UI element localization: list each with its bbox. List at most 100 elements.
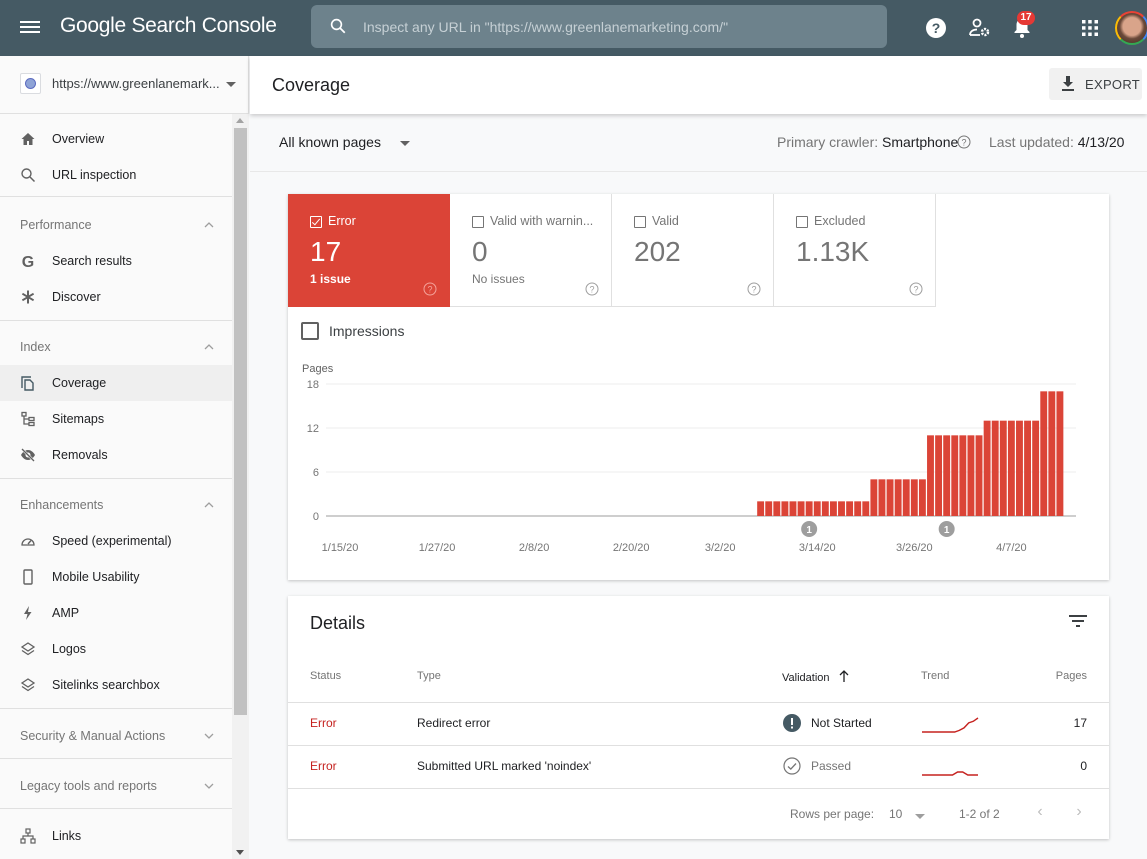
tile-excluded[interactable]: Excluded 1.13K ? xyxy=(774,194,936,307)
sidebar-item-label: Sitemaps xyxy=(52,412,105,426)
sidebar-item-url-inspection[interactable]: URL inspection xyxy=(0,157,232,193)
sidebar-item-coverage[interactable]: Coverage xyxy=(0,365,232,401)
dropdown-caret-icon xyxy=(226,82,236,87)
scroll-thumb[interactable] xyxy=(234,128,247,715)
chart-bar xyxy=(862,501,870,516)
chevron-up-icon xyxy=(204,344,214,350)
section-enhancements[interactable]: Enhancements xyxy=(0,487,232,523)
tile-label: Valid with warnin... xyxy=(490,214,594,228)
search-icon xyxy=(21,168,36,183)
chart-bar xyxy=(1056,391,1064,516)
scroll-down-arrow-icon[interactable] xyxy=(236,850,244,855)
y-axis-label: Pages xyxy=(302,363,334,375)
search-input[interactable] xyxy=(363,5,873,48)
chart-bar xyxy=(765,501,773,516)
sidebar-item-links[interactable]: Links xyxy=(0,818,232,854)
help-circle-icon[interactable]: ? xyxy=(957,135,971,149)
sidebar-scrollbar[interactable] xyxy=(232,114,249,859)
chart-bar xyxy=(902,479,910,516)
help-circle-icon[interactable]: ? xyxy=(423,282,437,296)
sidebar-item-logos[interactable]: Logos xyxy=(0,631,232,667)
sidebar-item-sitelinks-searchbox[interactable]: Sitelinks searchbox xyxy=(0,667,232,703)
annotation-label: 1 xyxy=(944,525,950,536)
table-row[interactable]: Error Submitted URL marked 'noindex' Pas… xyxy=(288,745,1109,788)
table-row[interactable]: Error Redirect error Not Started 17 xyxy=(288,702,1109,745)
account-avatar[interactable] xyxy=(1115,11,1147,45)
section-index[interactable]: Index xyxy=(0,329,232,365)
svg-text:?: ? xyxy=(589,285,594,295)
sort-ascending-icon xyxy=(839,670,849,682)
column-header-type[interactable]: Type xyxy=(417,670,441,682)
primary-crawler: Primary crawler: Smartphone xyxy=(777,134,958,150)
tile-valid-with-warnings[interactable]: Valid with warnin... 0 No issues ? xyxy=(450,194,612,307)
checkbox-icon[interactable] xyxy=(796,216,808,228)
tile-label: Excluded xyxy=(814,214,866,228)
sidebar-item-label: Coverage xyxy=(52,376,107,390)
column-header-validation[interactable]: Validation xyxy=(782,670,849,684)
sidebar-item-sitemaps[interactable]: Sitemaps xyxy=(0,401,232,437)
checkbox-icon[interactable] xyxy=(472,216,484,228)
section-legacy-tools[interactable]: Legacy tools and reports xyxy=(0,768,232,804)
checkbox-icon[interactable] xyxy=(634,216,646,228)
chart-bar xyxy=(854,501,862,516)
checkbox-icon[interactable] xyxy=(301,322,319,340)
help-circle-icon[interactable]: ? xyxy=(747,282,761,296)
filter-icon[interactable] xyxy=(1068,613,1088,629)
download-icon xyxy=(1062,76,1074,91)
rows-per-page-select[interactable]: 10 xyxy=(889,807,902,821)
page-header: Coverage EXPORT xyxy=(250,56,1147,114)
google-g-icon: G xyxy=(22,254,34,269)
chart-bar xyxy=(918,479,926,516)
apps-grid-icon[interactable] xyxy=(1078,16,1102,40)
column-header-trend[interactable]: Trend xyxy=(921,670,949,682)
dropdown-caret-icon[interactable] xyxy=(400,141,410,146)
user-settings-icon[interactable] xyxy=(968,16,992,40)
help-circle-icon[interactable]: ? xyxy=(909,282,923,296)
chevron-down-icon xyxy=(204,733,214,739)
help-circle-icon[interactable]: ? xyxy=(585,282,599,296)
last-updated: Last updated: 4/13/20 xyxy=(989,134,1124,150)
tile-error[interactable]: Error 17 1 issue ? xyxy=(288,194,450,307)
tile-value: 0 xyxy=(472,236,488,267)
menu-icon[interactable] xyxy=(20,18,40,38)
sidebar-item-search-results[interactable]: G Search results xyxy=(0,243,232,279)
divider xyxy=(0,478,232,479)
filter-bar: All known pages Primary crawler: Smartph… xyxy=(250,114,1147,172)
trend-line xyxy=(922,771,978,776)
section-title: Security & Manual Actions xyxy=(20,729,166,743)
export-button[interactable]: EXPORT xyxy=(1049,68,1142,100)
coverage-bar-chart: Pages 0 6 12 18 1/15/20 1/27/20 2/8/20 2/20/20 3/… xyxy=(302,363,1076,554)
next-page-button[interactable]: › xyxy=(1071,804,1087,822)
section-title: Index xyxy=(20,340,51,354)
property-selector[interactable]: https://www.greenlanemark... xyxy=(0,56,249,114)
sidebar-item-amp[interactable]: AMP xyxy=(0,595,232,631)
column-header-status[interactable]: Status xyxy=(310,670,341,682)
divider xyxy=(0,808,232,809)
trend-sparkline xyxy=(922,771,978,776)
sidebar-item-removals[interactable]: Removals xyxy=(0,437,232,473)
url-inspect-search[interactable] xyxy=(311,5,887,48)
dropdown-caret-icon[interactable] xyxy=(915,814,925,819)
chart-bar xyxy=(910,479,918,516)
section-performance[interactable]: Performance xyxy=(0,207,232,243)
exclamation-circle-icon xyxy=(783,714,801,732)
pagination-range: 1-2 of 2 xyxy=(959,807,1000,821)
pages-filter-dropdown[interactable]: All known pages xyxy=(279,134,381,150)
section-security-manual-actions[interactable]: Security & Manual Actions xyxy=(0,718,232,754)
sidebar-item-discover[interactable]: Discover xyxy=(0,279,232,315)
help-icon[interactable]: ? xyxy=(924,16,948,40)
column-header-pages[interactable]: Pages xyxy=(1056,670,1087,682)
chart-bar xyxy=(797,501,805,516)
tile-value: 202 xyxy=(634,236,681,267)
row-validation: Not Started xyxy=(811,716,872,730)
crawler-label: Primary crawler: xyxy=(777,134,879,150)
tile-valid[interactable]: Valid 202 ? xyxy=(612,194,774,307)
sidebar-item-overview[interactable]: Overview xyxy=(0,121,232,157)
scroll-up-arrow-icon[interactable] xyxy=(236,118,244,123)
sidebar-item-speed[interactable]: Speed (experimental) xyxy=(0,523,232,559)
previous-page-button[interactable]: ‹ xyxy=(1032,804,1048,822)
checkbox-checked-icon[interactable] xyxy=(310,216,322,228)
app-title[interactable]: Google Search Console xyxy=(60,14,277,38)
layers-icon xyxy=(20,678,36,692)
sidebar-item-mobile-usability[interactable]: Mobile Usability xyxy=(0,559,232,595)
